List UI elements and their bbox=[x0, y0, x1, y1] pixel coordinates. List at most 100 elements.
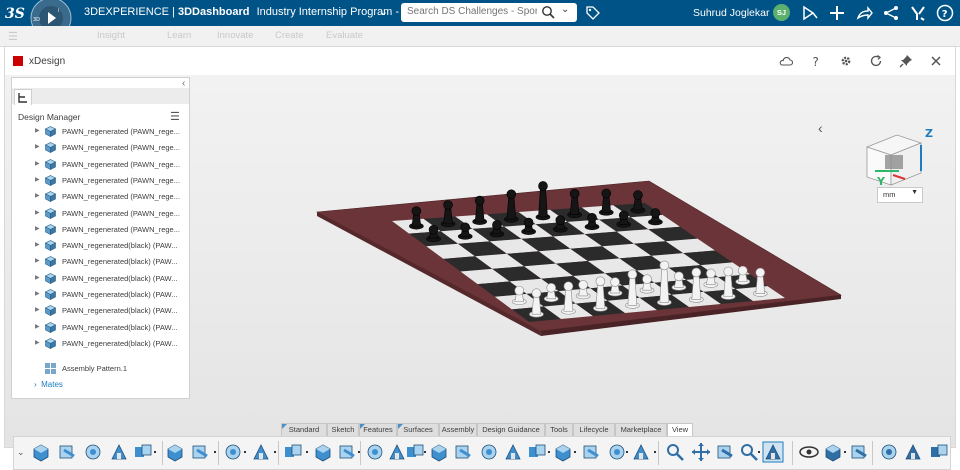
loft-icon[interactable] bbox=[108, 441, 130, 463]
expand-arrow-icon[interactable]: ▶ bbox=[35, 192, 40, 199]
tab-assembly[interactable]: Assembly bbox=[439, 423, 477, 437]
visibility-icon[interactable] bbox=[798, 441, 820, 463]
tab-lifecycle[interactable]: Lifecycle bbox=[573, 423, 615, 437]
extrude-icon[interactable] bbox=[30, 441, 52, 463]
action-insight[interactable]: Insight bbox=[97, 30, 125, 41]
toolbar-more-dot[interactable] bbox=[654, 451, 656, 453]
pan-icon[interactable] bbox=[690, 441, 712, 463]
expand-arrow-icon[interactable]: ▶ bbox=[35, 257, 40, 264]
search-box[interactable]: ⌄ bbox=[401, 3, 577, 22]
split-icon[interactable] bbox=[364, 441, 386, 463]
render-icon[interactable] bbox=[822, 441, 844, 463]
ds-logo-icon[interactable]: 3S bbox=[4, 3, 26, 23]
bend-icon[interactable] bbox=[630, 441, 652, 463]
fillet-icon[interactable] bbox=[250, 441, 272, 463]
expand-arrow-icon[interactable]: ▶ bbox=[35, 143, 40, 150]
action-evaluate[interactable]: Evaluate bbox=[326, 30, 363, 41]
surface-icon[interactable] bbox=[502, 441, 524, 463]
revolve-icon[interactable] bbox=[56, 441, 78, 463]
tree-item-part[interactable]: ▶ PAWN_regenerated (PAWN_rege... bbox=[12, 157, 189, 173]
expand-arrow-icon[interactable]: ▶ bbox=[35, 290, 40, 297]
toolbar-more-dot[interactable] bbox=[758, 451, 760, 453]
chess-board-model[interactable] bbox=[305, 155, 905, 425]
rotate-icon[interactable] bbox=[452, 441, 474, 463]
curve-icon[interactable] bbox=[478, 441, 500, 463]
tree-item-part[interactable]: ▶ PAWN_regenerated (PAWN_rege... bbox=[12, 173, 189, 189]
expand-arrow-icon[interactable]: ▶ bbox=[35, 209, 40, 216]
expand-arrow-icon[interactable]: ▶ bbox=[35, 323, 40, 330]
menu-icon[interactable]: ☰ bbox=[8, 30, 18, 43]
tab-surfaces[interactable]: Surfaces bbox=[397, 423, 439, 437]
tab-standard[interactable]: Standard bbox=[281, 423, 327, 437]
refresh-icon[interactable] bbox=[869, 54, 883, 68]
user-name[interactable]: Suhrud Joglekar bbox=[693, 7, 769, 19]
action-learn[interactable]: Learn bbox=[167, 30, 191, 41]
expand-arrow-icon[interactable]: ▶ bbox=[35, 306, 40, 313]
tab-features[interactable]: Features bbox=[359, 423, 397, 437]
search-input[interactable] bbox=[407, 6, 537, 17]
hole-icon[interactable] bbox=[312, 441, 334, 463]
zoom-icon[interactable] bbox=[664, 441, 686, 463]
toolbar-more-dot[interactable] bbox=[244, 451, 246, 453]
expand-panel-chevron-icon[interactable]: ‹ bbox=[818, 120, 823, 136]
tree-item-part[interactable]: ▶ PAWN_regenerated(black) (PAW... bbox=[12, 238, 189, 254]
pattern-icon[interactable] bbox=[132, 441, 154, 463]
toolbar-more-dot[interactable] bbox=[214, 451, 216, 453]
zoom-fit-icon[interactable] bbox=[738, 441, 760, 463]
expand-arrow-icon[interactable]: ▶ bbox=[35, 241, 40, 248]
tab-sketch[interactable]: Sketch bbox=[327, 423, 359, 437]
tree-item-part[interactable]: ▶ PAWN_regenerated (PAWN_rege... bbox=[12, 206, 189, 222]
expand-arrow-icon[interactable]: ▶ bbox=[35, 176, 40, 183]
tree-menu-icon[interactable]: ☰ bbox=[170, 110, 180, 123]
settings-icon[interactable] bbox=[839, 54, 853, 68]
appearance-icon[interactable] bbox=[848, 441, 870, 463]
sweep-icon[interactable] bbox=[82, 441, 104, 463]
toolbar-more-dot[interactable] bbox=[154, 451, 156, 453]
tree-item-part[interactable]: ▶ PAWN_regenerated (PAWN_rege... bbox=[12, 222, 189, 238]
expand-arrow-icon[interactable]: ▶ bbox=[35, 160, 40, 167]
3d-viewport[interactable]: ‹ Design Manager ☰ ▶ PAWN_regenerated (PA… bbox=[5, 75, 955, 470]
add-icon[interactable] bbox=[828, 4, 846, 22]
tree-item-part[interactable]: ▶ PAWN_regenerated(black) (PAW... bbox=[12, 254, 189, 270]
toolbar-more-dot[interactable] bbox=[424, 451, 426, 453]
expand-arrow-icon[interactable]: ▶ bbox=[35, 274, 40, 281]
dashboard-menu-chevron-icon[interactable]: ⌄ bbox=[379, 5, 388, 18]
trim-icon[interactable] bbox=[552, 441, 574, 463]
rotate-view-icon[interactable] bbox=[714, 441, 736, 463]
move-icon[interactable] bbox=[428, 441, 450, 463]
toolbar-more-dot[interactable] bbox=[844, 451, 846, 453]
shell-icon[interactable] bbox=[189, 441, 211, 463]
help-icon[interactable]: ? bbox=[936, 4, 954, 22]
compare-icon[interactable] bbox=[928, 441, 950, 463]
tree-item-part[interactable]: ▶ PAWN_regenerated (PAWN_rege... bbox=[12, 189, 189, 205]
tree-item-part[interactable]: ▶ PAWN_regenerated(black) (PAW... bbox=[12, 320, 189, 336]
toolbar-more-dot[interactable] bbox=[626, 451, 628, 453]
action-innovate[interactable]: Innovate bbox=[217, 30, 253, 41]
tree-structure-icon[interactable] bbox=[14, 89, 32, 105]
draft-icon[interactable] bbox=[222, 441, 244, 463]
network-icon[interactable] bbox=[882, 4, 900, 22]
mate-icon[interactable] bbox=[404, 441, 426, 463]
toolbar-more-dot[interactable] bbox=[274, 451, 276, 453]
mirror-icon[interactable] bbox=[164, 441, 186, 463]
view-cube-icon[interactable] bbox=[762, 441, 784, 463]
share-icon[interactable] bbox=[801, 4, 819, 22]
expand-arrow-icon[interactable]: ▶ bbox=[35, 339, 40, 346]
tag-icon[interactable] bbox=[585, 5, 601, 21]
expand-arrow-icon[interactable]: ▶ bbox=[35, 225, 40, 232]
forward-icon[interactable] bbox=[855, 4, 873, 22]
avatar[interactable]: SJ bbox=[773, 4, 790, 21]
thicken-icon[interactable] bbox=[606, 441, 628, 463]
tree-item-part[interactable]: ▶ PAWN_regenerated(black) (PAW... bbox=[12, 287, 189, 303]
pin-icon[interactable] bbox=[899, 54, 913, 68]
tab-design-guidance[interactable]: Design Guidance bbox=[477, 423, 545, 437]
search-icon[interactable] bbox=[541, 5, 555, 19]
tree-item-assembly-pattern[interactable]: Assembly Pattern.1 bbox=[12, 361, 189, 377]
tree-item-part[interactable]: ▶ PAWN_regenerated(black) (PAW... bbox=[12, 303, 189, 319]
search-scope-chevron-icon[interactable]: ⌄ bbox=[561, 4, 569, 15]
tree-item-mates[interactable]: › Mates bbox=[34, 380, 63, 389]
rib-icon[interactable] bbox=[336, 441, 358, 463]
cloud-icon[interactable] bbox=[779, 54, 793, 68]
extend-icon[interactable] bbox=[580, 441, 602, 463]
expand-arrow-icon[interactable]: ▶ bbox=[35, 127, 40, 134]
